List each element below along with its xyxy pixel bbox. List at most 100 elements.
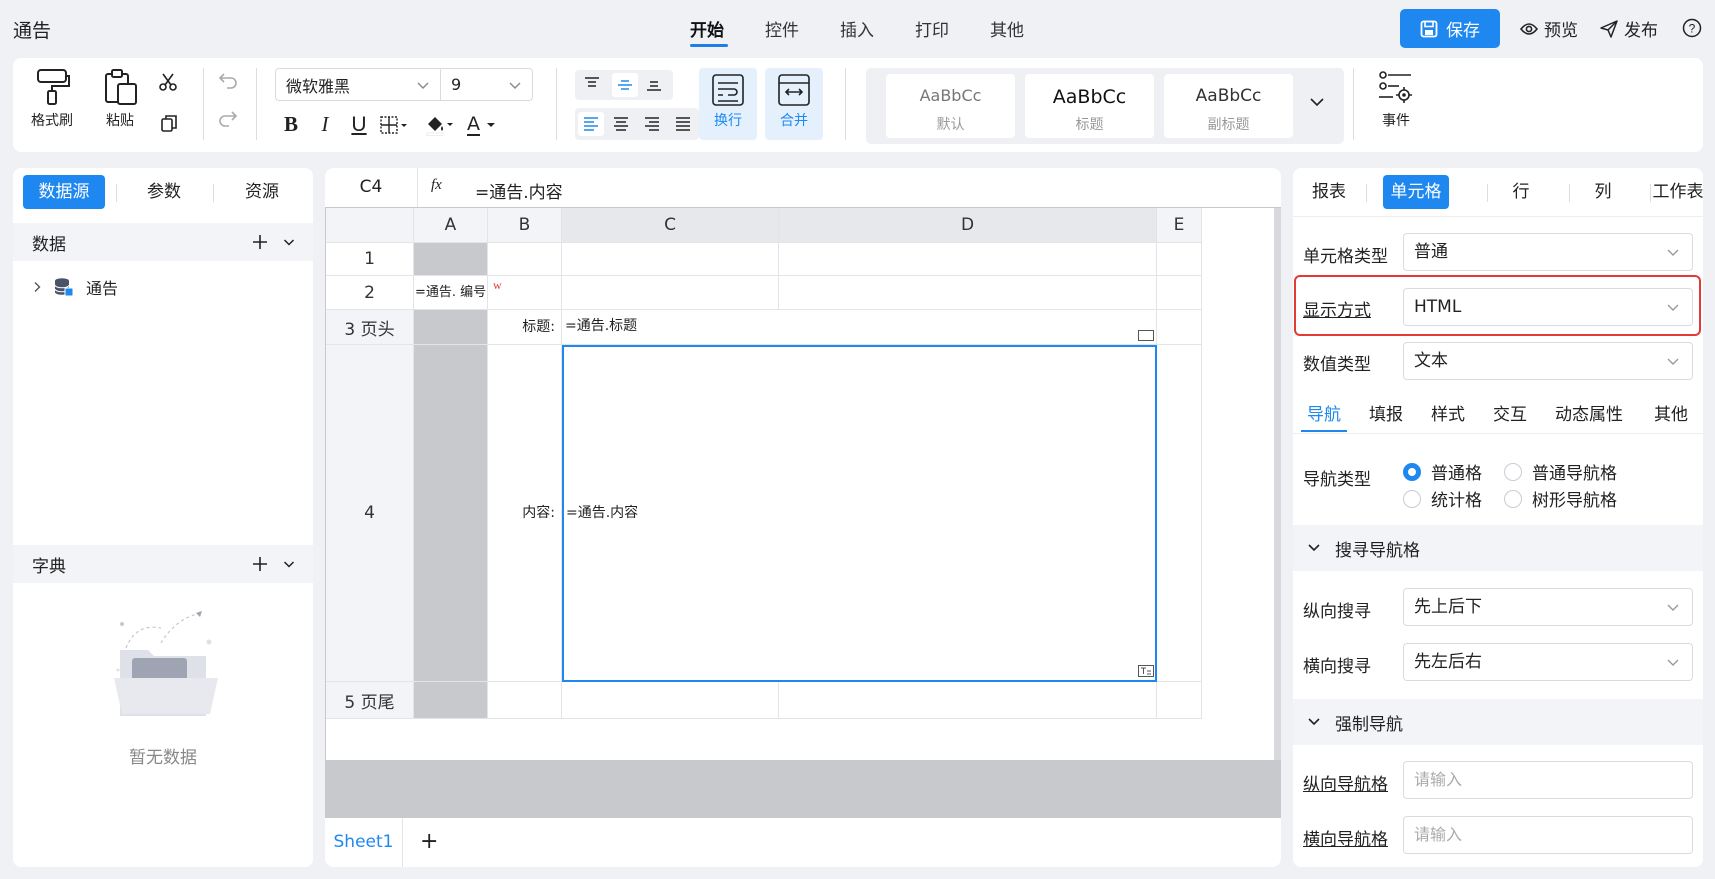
cell[interactable] — [1157, 682, 1202, 719]
cell[interactable] — [414, 682, 488, 719]
cell[interactable] — [1157, 345, 1202, 682]
preview-button[interactable]: 预览 — [1519, 16, 1578, 41]
row-header[interactable]: 4 — [326, 345, 414, 682]
style-subtitle[interactable]: AaBbCc 副标题 — [1164, 74, 1293, 138]
paste-button[interactable]: 粘贴 — [95, 68, 145, 130]
value-type-select[interactable]: 文本 — [1403, 342, 1693, 380]
add-sheet-button[interactable]: + — [420, 829, 438, 854]
subtab-other[interactable]: 其他 — [1654, 400, 1688, 425]
bold-button[interactable]: B — [277, 112, 305, 137]
subtab-dynamic[interactable]: 动态属性 — [1555, 400, 1623, 425]
font-color-button[interactable]: A — [467, 114, 501, 136]
border-icon[interactable] — [379, 115, 413, 135]
tab-report[interactable]: 报表 — [1298, 175, 1360, 209]
align-middle-icon[interactable] — [612, 73, 638, 97]
tab-params[interactable]: 参数 — [123, 175, 205, 209]
tab-cell[interactable]: 单元格 — [1383, 175, 1449, 209]
cell-c3-merged[interactable]: =通告.标题 — [562, 310, 1157, 345]
formula-input[interactable]: =通告.内容 — [475, 178, 563, 203]
radio-stat-cell[interactable]: 统计格 — [1403, 486, 1482, 511]
style-title[interactable]: AaBbCc 标题 — [1025, 74, 1154, 138]
cut-icon[interactable] — [158, 72, 178, 92]
tab-datasource[interactable]: 数据源 — [23, 175, 105, 209]
publish-button[interactable]: 发布 — [1600, 16, 1658, 41]
align-justify-icon[interactable] — [674, 116, 692, 132]
wrap-button[interactable]: 换行 — [699, 68, 757, 140]
cell[interactable] — [779, 276, 1157, 310]
radio-normal-cell[interactable]: 普通格 — [1403, 459, 1482, 484]
cell-type-select[interactable]: 普通 — [1403, 233, 1693, 271]
fill-color-icon[interactable] — [425, 114, 459, 136]
style-default[interactable]: AaBbCc 默认 — [886, 74, 1015, 138]
menu-tab-print[interactable]: 打印 — [915, 16, 949, 41]
subtab-style[interactable]: 样式 — [1431, 400, 1465, 425]
cell-b3[interactable]: 标题: — [488, 310, 562, 345]
column-header[interactable]: B — [488, 208, 562, 243]
font-family-select[interactable]: 微软雅黑 — [275, 68, 441, 101]
cell[interactable] — [488, 682, 562, 719]
cell[interactable] — [779, 682, 1157, 719]
copy-icon[interactable] — [160, 114, 178, 132]
chevron-right-icon[interactable] — [32, 281, 42, 293]
column-header[interactable]: D — [779, 208, 1157, 243]
undo-icon[interactable] — [218, 72, 238, 89]
cell[interactable] — [1157, 243, 1202, 276]
menu-tab-insert[interactable]: 插入 — [840, 16, 874, 41]
row-header[interactable]: 5 页尾 — [326, 682, 414, 719]
menu-tab-controls[interactable]: 控件 — [765, 16, 799, 41]
style-gallery-expand-icon[interactable] — [1309, 96, 1325, 108]
tab-resources[interactable]: 资源 — [221, 175, 303, 209]
sheet-tab-sheet1[interactable]: Sheet1 — [325, 818, 403, 867]
redo-icon[interactable] — [218, 110, 238, 127]
align-top-icon[interactable] — [583, 76, 601, 92]
subtab-interaction[interactable]: 交互 — [1493, 400, 1527, 425]
cell[interactable] — [414, 243, 488, 276]
corner-header[interactable] — [326, 208, 414, 243]
vertical-scrollbar[interactable] — [1274, 208, 1281, 760]
force-nav-section-header[interactable]: 强制导航 — [1293, 699, 1703, 745]
cell[interactable] — [414, 345, 488, 682]
chevron-down-icon[interactable] — [283, 236, 295, 248]
row-header[interactable]: 3 页头 — [326, 310, 414, 345]
row-header[interactable]: 1 — [326, 243, 414, 276]
align-center-icon[interactable] — [612, 116, 630, 132]
cell[interactable] — [414, 310, 488, 345]
subtab-fill[interactable]: 填报 — [1369, 400, 1403, 425]
add-icon[interactable] — [252, 234, 268, 250]
save-button[interactable]: 保存 — [1400, 9, 1500, 48]
cell-b4[interactable]: 内容: — [488, 345, 562, 682]
column-header[interactable]: E — [1157, 208, 1202, 243]
underline-button[interactable]: U — [345, 113, 373, 137]
subtab-navigation[interactable]: 导航 — [1307, 400, 1341, 425]
vertical-nav-input[interactable]: 请输入 — [1403, 761, 1693, 799]
column-header[interactable]: C — [562, 208, 779, 243]
cell[interactable] — [562, 682, 779, 719]
align-bottom-icon[interactable] — [645, 76, 663, 92]
cell[interactable] — [562, 276, 779, 310]
horizontal-search-select[interactable]: 先左后右 — [1403, 643, 1693, 681]
font-size-select[interactable]: 9 — [440, 68, 533, 101]
cell[interactable] — [779, 243, 1157, 276]
align-left-icon[interactable] — [578, 112, 604, 136]
cell-c4-selected[interactable]: =通告.内容 — [562, 345, 1157, 682]
menu-tab-other[interactable]: 其他 — [990, 16, 1024, 41]
display-mode-select[interactable]: HTML — [1403, 288, 1693, 326]
horizontal-nav-input[interactable]: 请输入 — [1403, 816, 1693, 854]
function-icon[interactable]: fx — [431, 177, 442, 194]
italic-button[interactable]: I — [311, 112, 339, 137]
tab-worksheet[interactable]: 工作表 — [1633, 175, 1704, 209]
chevron-down-icon[interactable] — [283, 558, 295, 570]
tab-column[interactable]: 列 — [1573, 175, 1633, 209]
column-header[interactable]: A — [414, 208, 488, 243]
cell-a2[interactable]: =通告. 编号 — [414, 276, 488, 310]
merge-button[interactable]: 合并 — [765, 68, 823, 140]
radio-normal-nav-cell[interactable]: 普通导航格 — [1504, 459, 1617, 484]
vertical-search-select[interactable]: 先上后下 — [1403, 588, 1693, 626]
add-icon[interactable] — [252, 556, 268, 572]
radio-tree-nav-cell[interactable]: 树形导航格 — [1504, 486, 1617, 511]
cell-reference[interactable]: C4 — [325, 168, 418, 207]
tree-item-notice[interactable]: 通告 — [32, 275, 118, 299]
cell[interactable] — [488, 243, 562, 276]
cell-b2[interactable]: w — [488, 276, 562, 310]
menu-tab-start[interactable]: 开始 — [690, 16, 724, 41]
